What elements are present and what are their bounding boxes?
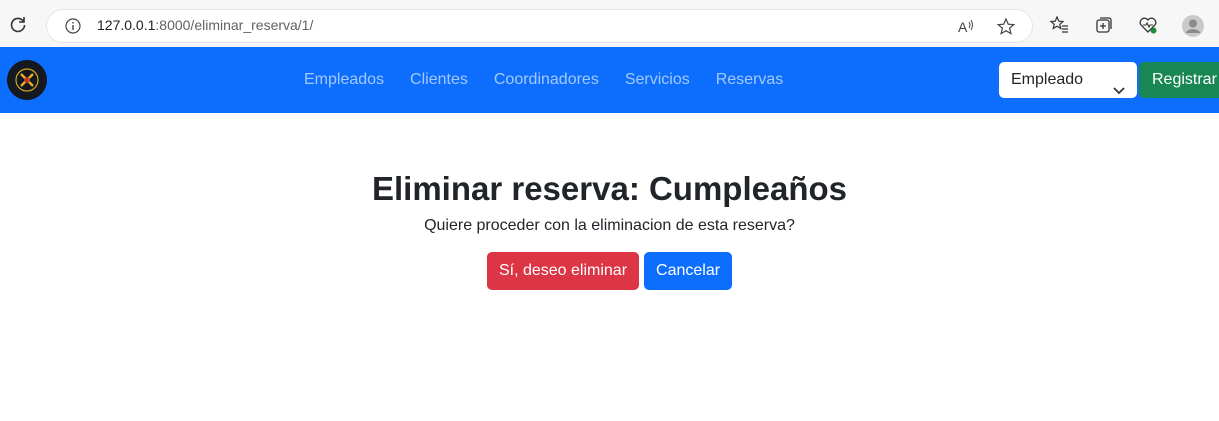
nav-link-coordinadores[interactable]: Coordinadores [481, 69, 612, 91]
profile-avatar-icon[interactable] [1182, 15, 1204, 37]
chevron-down-icon [1112, 74, 1126, 95]
url-path: :8000/eliminar_reserva/1/ [155, 17, 314, 33]
site-info-icon[interactable] [65, 18, 81, 34]
read-aloud-icon[interactable]: A [956, 17, 976, 37]
svg-text:A: A [958, 19, 968, 35]
url-host: 127.0.0.1 [97, 17, 156, 33]
confirmation-message: Quiere proceder con la eliminacion de es… [424, 217, 795, 234]
favorite-star-icon[interactable] [996, 17, 1016, 37]
url-text[interactable]: 127.0.0.1:8000/eliminar_reserva/1/ [97, 17, 313, 33]
collections-icon[interactable] [1094, 15, 1114, 35]
cancel-button[interactable]: Cancelar [644, 252, 733, 290]
nav-link-reservas[interactable]: Reservas [703, 69, 797, 91]
nav-link-servicios[interactable]: Servicios [612, 69, 703, 91]
action-buttons: Sí, deseo eliminar Cancelar [0, 252, 1219, 290]
main-content: Eliminar reserva: Cumpleaños Quiere proc… [0, 113, 1219, 290]
browser-essentials-icon[interactable] [1138, 15, 1158, 35]
confirm-delete-button[interactable]: Sí, deseo eliminar [486, 252, 640, 290]
navbar: Empleados Clientes Coordinadores Servici… [0, 47, 1219, 113]
brand-logo[interactable] [7, 60, 47, 100]
browser-toolbar: 127.0.0.1:8000/eliminar_reserva/1/ A [0, 0, 1219, 47]
reload-icon[interactable] [8, 14, 28, 34]
role-select-value: Empleado [1011, 71, 1084, 88]
page-title: Eliminar reserva: Cumpleaños [371, 170, 848, 207]
register-button[interactable]: Registrar [1139, 62, 1219, 98]
address-bar[interactable]: 127.0.0.1:8000/eliminar_reserva/1/ A [47, 10, 1032, 42]
role-select[interactable]: Empleado [999, 62, 1137, 98]
nav-links: Empleados Clientes Coordinadores Servici… [291, 69, 796, 91]
nav-link-clientes[interactable]: Clientes [397, 69, 481, 91]
favorites-icon[interactable] [1049, 15, 1069, 35]
nav-link-empleados[interactable]: Empleados [291, 69, 397, 91]
